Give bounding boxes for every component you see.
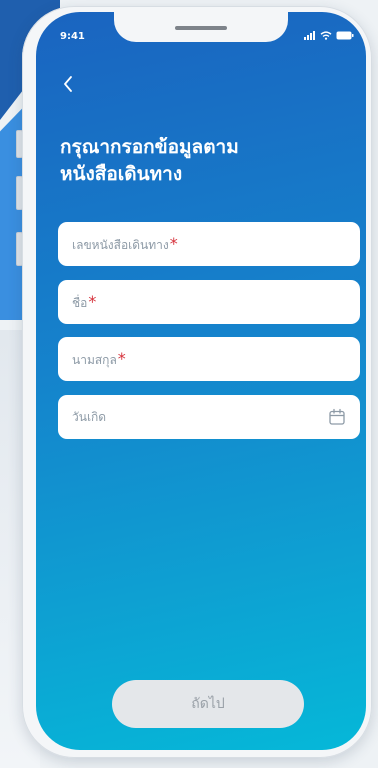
required-mark: *	[88, 291, 97, 311]
field-placeholder: เลขหนังสือเดินทาง*	[72, 234, 178, 255]
chevron-left-icon	[64, 76, 72, 92]
notch	[114, 12, 288, 42]
last-name-field[interactable]: นามสกุล*	[58, 337, 360, 381]
back-button[interactable]	[56, 72, 80, 96]
speaker	[175, 26, 227, 30]
next-button[interactable]: ถัดไป	[112, 680, 304, 728]
wifi-icon	[320, 31, 332, 40]
battery-icon	[336, 31, 354, 40]
status-icons	[304, 31, 354, 40]
status-time: 9:41	[60, 31, 85, 42]
page-title: กรุณากรอกข้อมูลตามหนังสือเดินทาง	[60, 136, 239, 185]
passport-number-field[interactable]: เลขหนังสือเดินทาง*	[58, 222, 360, 266]
last-name-label: นามสกุล	[72, 352, 117, 367]
required-mark: *	[117, 348, 126, 368]
field-placeholder: นามสกุล*	[72, 349, 126, 370]
birth-date-field[interactable]: วันเกิด	[58, 395, 360, 439]
phone-screen: 9:41 กรุณากรอกข้อมูลตามหนังสือเดินทาง เล…	[36, 12, 366, 750]
first-name-label: ชื่อ	[72, 295, 88, 310]
birth-date-label: วันเกิด	[72, 409, 107, 424]
first-name-field[interactable]: ชื่อ*	[58, 280, 360, 324]
calendar-icon[interactable]	[328, 408, 346, 426]
required-mark: *	[169, 233, 178, 253]
signal-icon	[304, 31, 315, 40]
passport-number-label: เลขหนังสือเดินทาง	[72, 237, 169, 252]
field-placeholder: ชื่อ*	[72, 292, 96, 313]
